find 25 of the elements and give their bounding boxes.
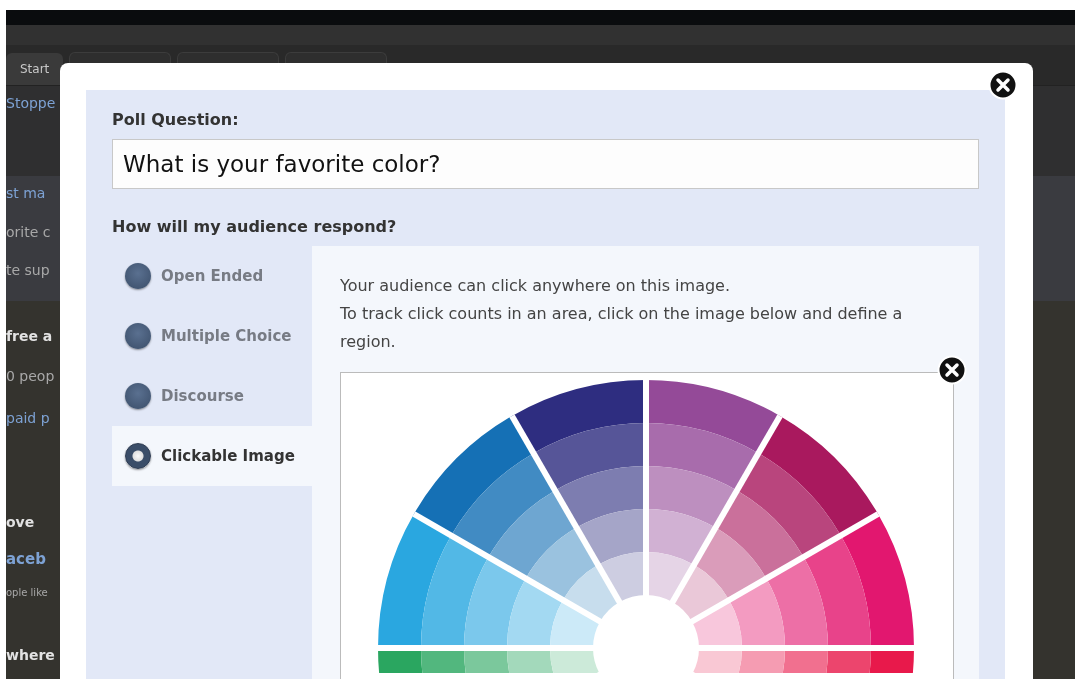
radio-icon	[125, 263, 151, 289]
description-text: Your audience can click anywhere on this image.	[340, 275, 732, 297]
close-icon[interactable]	[937, 355, 967, 385]
close-icon[interactable]	[988, 70, 1018, 100]
background-text: ople like	[6, 587, 48, 598]
question-label: Poll Question:	[112, 110, 240, 129]
radio-icon	[125, 443, 151, 469]
background-text: ove	[6, 514, 35, 530]
background-text: te sup	[6, 262, 50, 278]
background-text: paid p	[6, 410, 50, 426]
response-label: How will my audience respond?	[112, 217, 398, 236]
radio-icon	[125, 323, 151, 349]
color-wheel-drawing[interactable]	[378, 380, 914, 673]
background-text: where	[6, 647, 55, 663]
background-text: Stoppe	[6, 95, 56, 111]
background-text: aceb	[6, 550, 46, 568]
background-text: free a	[6, 328, 53, 344]
description-text: To track click counts in an area, click on the image below and define a region.	[340, 303, 904, 353]
background-text: orite c	[6, 224, 51, 240]
radio-icon	[125, 383, 151, 409]
background-text: st ma	[6, 185, 46, 201]
start-button[interactable]: Start	[6, 53, 64, 85]
response-option[interactable]: Clickable Image	[112, 426, 312, 486]
question-input[interactable]: What is your favorite color?	[112, 139, 979, 189]
background-text: 0 peop	[6, 368, 55, 384]
